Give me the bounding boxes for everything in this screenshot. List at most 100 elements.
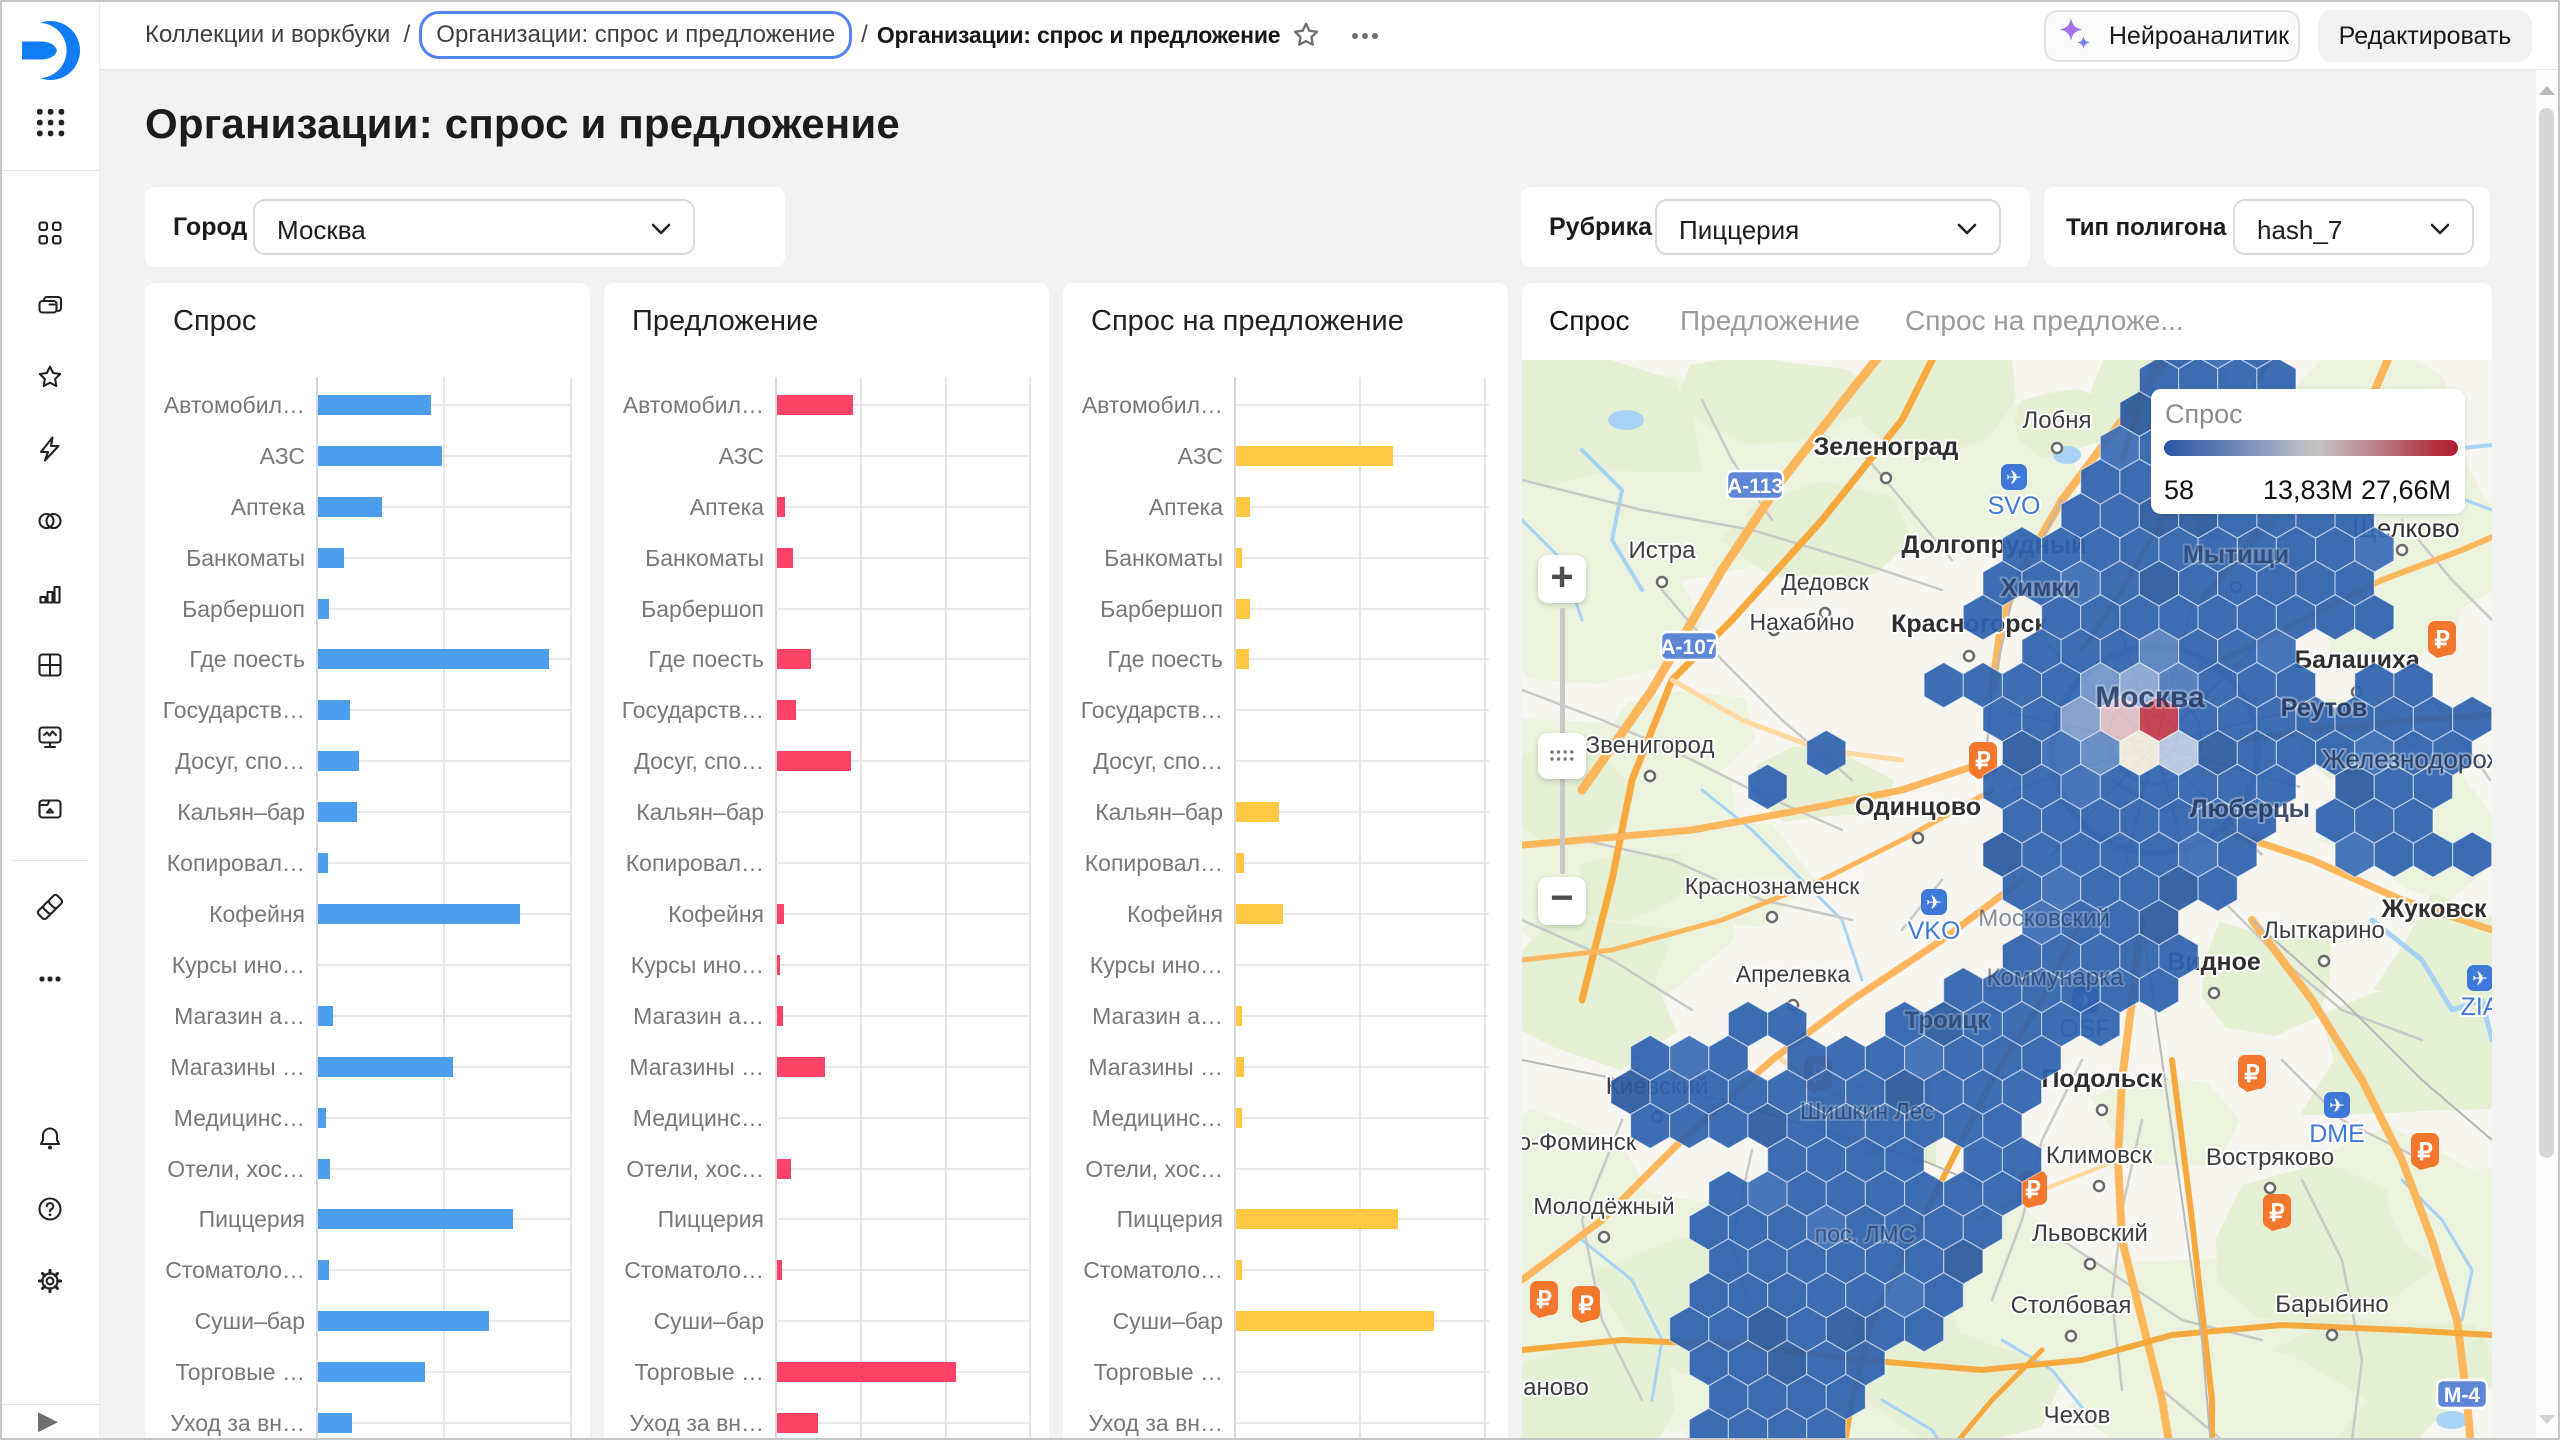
- svg-text:Химки: Химки: [2001, 574, 2079, 602]
- svg-text:Уход за вн…: Уход за вн…: [1088, 1410, 1223, 1436]
- svg-text:₽: ₽: [2269, 1200, 2284, 1227]
- svg-text:Барыбино: Барыбино: [2275, 1291, 2388, 1318]
- svg-text:Пиццерия: Пиццерия: [1117, 1206, 1223, 1232]
- svg-text:о-Фоминск: о-Фоминск: [1522, 1129, 1637, 1156]
- svg-text:Люберцы: Люберцы: [2190, 795, 2310, 823]
- svg-text:Банкоматы: Банкоматы: [1104, 545, 1223, 571]
- svg-text:Железнодорожн: Железнодорожн: [2322, 744, 2492, 774]
- svg-text:М-4: М-4: [2444, 1384, 2480, 1407]
- svg-text:Нахабино: Нахабино: [1750, 609, 1855, 635]
- svg-text:₽: ₽: [2417, 1139, 2432, 1166]
- svg-text:Востряково: Востряково: [2206, 1144, 2334, 1171]
- svg-text:Молодёжный: Молодёжный: [1533, 1193, 1674, 1219]
- svg-text:Барбершоп: Барбершоп: [641, 596, 764, 622]
- svg-text:Автомобил…: Автомобил…: [164, 392, 305, 418]
- svg-text:АЗС: АЗС: [260, 443, 305, 469]
- svg-text:Магазин а…: Магазин а…: [1092, 1003, 1223, 1029]
- svg-text:VKO: VKO: [1908, 917, 1961, 945]
- svg-text:✈: ✈: [2472, 969, 2488, 990]
- svg-text:Банкоматы: Банкоматы: [645, 545, 764, 571]
- svg-text:Кальян–бар: Кальян–бар: [177, 799, 305, 825]
- svg-text:АЗС: АЗС: [719, 443, 764, 469]
- svg-text:А-113: А-113: [1727, 475, 1783, 498]
- svg-text:✈: ✈: [1926, 893, 1942, 914]
- svg-text:Досуг, спо…: Досуг, спо…: [634, 748, 764, 774]
- svg-text:Коммунарка: Коммунарка: [1987, 964, 2125, 991]
- svg-text:Копировал…: Копировал…: [626, 850, 764, 876]
- svg-text:Лыткарино: Лыткарино: [2263, 917, 2385, 944]
- svg-text:Медицинс…: Медицинс…: [174, 1105, 305, 1131]
- svg-text:Копировал…: Копировал…: [1085, 850, 1223, 876]
- svg-text:Суши–бар: Суши–бар: [654, 1308, 764, 1334]
- svg-text:Государств…: Государств…: [622, 697, 764, 723]
- svg-text:Суши–бар: Суши–бар: [195, 1308, 305, 1334]
- svg-text:Аптека: Аптека: [1149, 494, 1223, 520]
- svg-text:Лобня: Лобня: [2022, 407, 2091, 434]
- svg-text:₽: ₽: [1578, 1292, 1593, 1319]
- svg-text:Магазин а…: Магазин а…: [633, 1003, 764, 1029]
- svg-text:Зеленоград: Зеленоград: [1814, 433, 1959, 461]
- svg-text:Реутов: Реутов: [2281, 694, 2367, 722]
- svg-text:Торговые …: Торговые …: [635, 1359, 764, 1385]
- svg-text:✈: ✈: [2006, 468, 2022, 489]
- svg-text:Досуг, спо…: Досуг, спо…: [175, 748, 305, 774]
- svg-text:Где поесть: Где поесть: [1107, 646, 1223, 672]
- svg-text:Магазины …: Магазины …: [170, 1054, 305, 1080]
- svg-text:Где поесть: Где поесть: [189, 646, 305, 672]
- svg-text:Аптека: Аптека: [231, 494, 305, 520]
- svg-text:Истра: Истра: [1629, 537, 1697, 564]
- svg-text:Апрелевка: Апрелевка: [1736, 961, 1851, 987]
- svg-text:Жуковск: Жуковск: [2380, 895, 2487, 923]
- svg-text:Копировал…: Копировал…: [167, 850, 305, 876]
- svg-text:Медицинс…: Медицинс…: [633, 1105, 764, 1131]
- svg-text:Досуг, спо…: Досуг, спо…: [1093, 748, 1223, 774]
- svg-text:Автомобил…: Автомобил…: [1082, 392, 1223, 418]
- svg-text:Магазины …: Магазины …: [1088, 1054, 1223, 1080]
- svg-text:аново: аново: [1523, 1374, 1589, 1401]
- svg-text:А-107: А-107: [1660, 636, 1717, 659]
- svg-text:Мытищи: Мытищи: [2183, 541, 2289, 569]
- svg-text:Магазин а…: Магазин а…: [174, 1003, 305, 1029]
- svg-text:АЗС: АЗС: [1178, 443, 1223, 469]
- svg-text:✈: ✈: [2329, 1096, 2345, 1117]
- svg-text:Стоматоло…: Стоматоло…: [624, 1257, 764, 1283]
- svg-text:ZIA: ZIA: [2461, 993, 2492, 1021]
- svg-text:Торговые …: Торговые …: [176, 1359, 305, 1385]
- svg-text:Государств…: Государств…: [163, 697, 305, 723]
- svg-text:Отели, хос…: Отели, хос…: [1085, 1156, 1223, 1182]
- svg-text:DME: DME: [2309, 1120, 2365, 1148]
- svg-text:Суши–бар: Суши–бар: [1113, 1308, 1223, 1334]
- svg-text:₽: ₽: [2244, 1061, 2259, 1088]
- svg-text:Звенигород: Звенигород: [1586, 732, 1715, 759]
- svg-text:пос. ЛМС: пос. ЛМС: [1815, 1221, 1915, 1247]
- svg-text:Кальян–бар: Кальян–бар: [636, 799, 764, 825]
- svg-text:Отели, хос…: Отели, хос…: [626, 1156, 764, 1182]
- svg-text:Пиццерия: Пиццерия: [199, 1206, 305, 1232]
- svg-text:Троицк: Троицк: [1905, 1007, 1991, 1034]
- svg-text:Москва: Москва: [2095, 681, 2205, 714]
- svg-text:Климовск: Климовск: [2046, 1142, 2153, 1169]
- svg-text:Кофейня: Кофейня: [668, 901, 764, 927]
- svg-text:Пиццерия: Пиццерия: [658, 1206, 764, 1232]
- svg-text:Отели, хос…: Отели, хос…: [167, 1156, 305, 1182]
- svg-text:Барбершоп: Барбершоп: [1100, 596, 1223, 622]
- svg-text:₽: ₽: [1536, 1287, 1551, 1314]
- svg-text:Где поесть: Где поесть: [648, 646, 764, 672]
- svg-text:Курсы ино…: Курсы ино…: [1090, 952, 1223, 978]
- svg-text:Чехов: Чехов: [2044, 1402, 2111, 1429]
- svg-text:Барбершоп: Барбершоп: [182, 596, 305, 622]
- svg-text:Московский: Московский: [1978, 905, 2110, 932]
- svg-text:Банкоматы: Банкоматы: [186, 545, 305, 571]
- svg-text:Аптека: Аптека: [690, 494, 764, 520]
- svg-text:Курсы ино…: Курсы ино…: [172, 952, 305, 978]
- svg-text:Кофейня: Кофейня: [1127, 901, 1223, 927]
- svg-text:₽: ₽: [2434, 627, 2449, 654]
- svg-text:₽: ₽: [2025, 1177, 2040, 1204]
- svg-text:Уход за вн…: Уход за вн…: [629, 1410, 764, 1436]
- svg-text:Автомобил…: Автомобил…: [623, 392, 764, 418]
- svg-text:Львовский: Львовский: [2032, 1220, 2148, 1247]
- svg-text:Медицинс…: Медицинс…: [1092, 1105, 1223, 1131]
- svg-text:Дедовск: Дедовск: [1781, 569, 1870, 595]
- svg-text:Курсы ино…: Курсы ино…: [631, 952, 764, 978]
- svg-text:Государств…: Государств…: [1081, 697, 1223, 723]
